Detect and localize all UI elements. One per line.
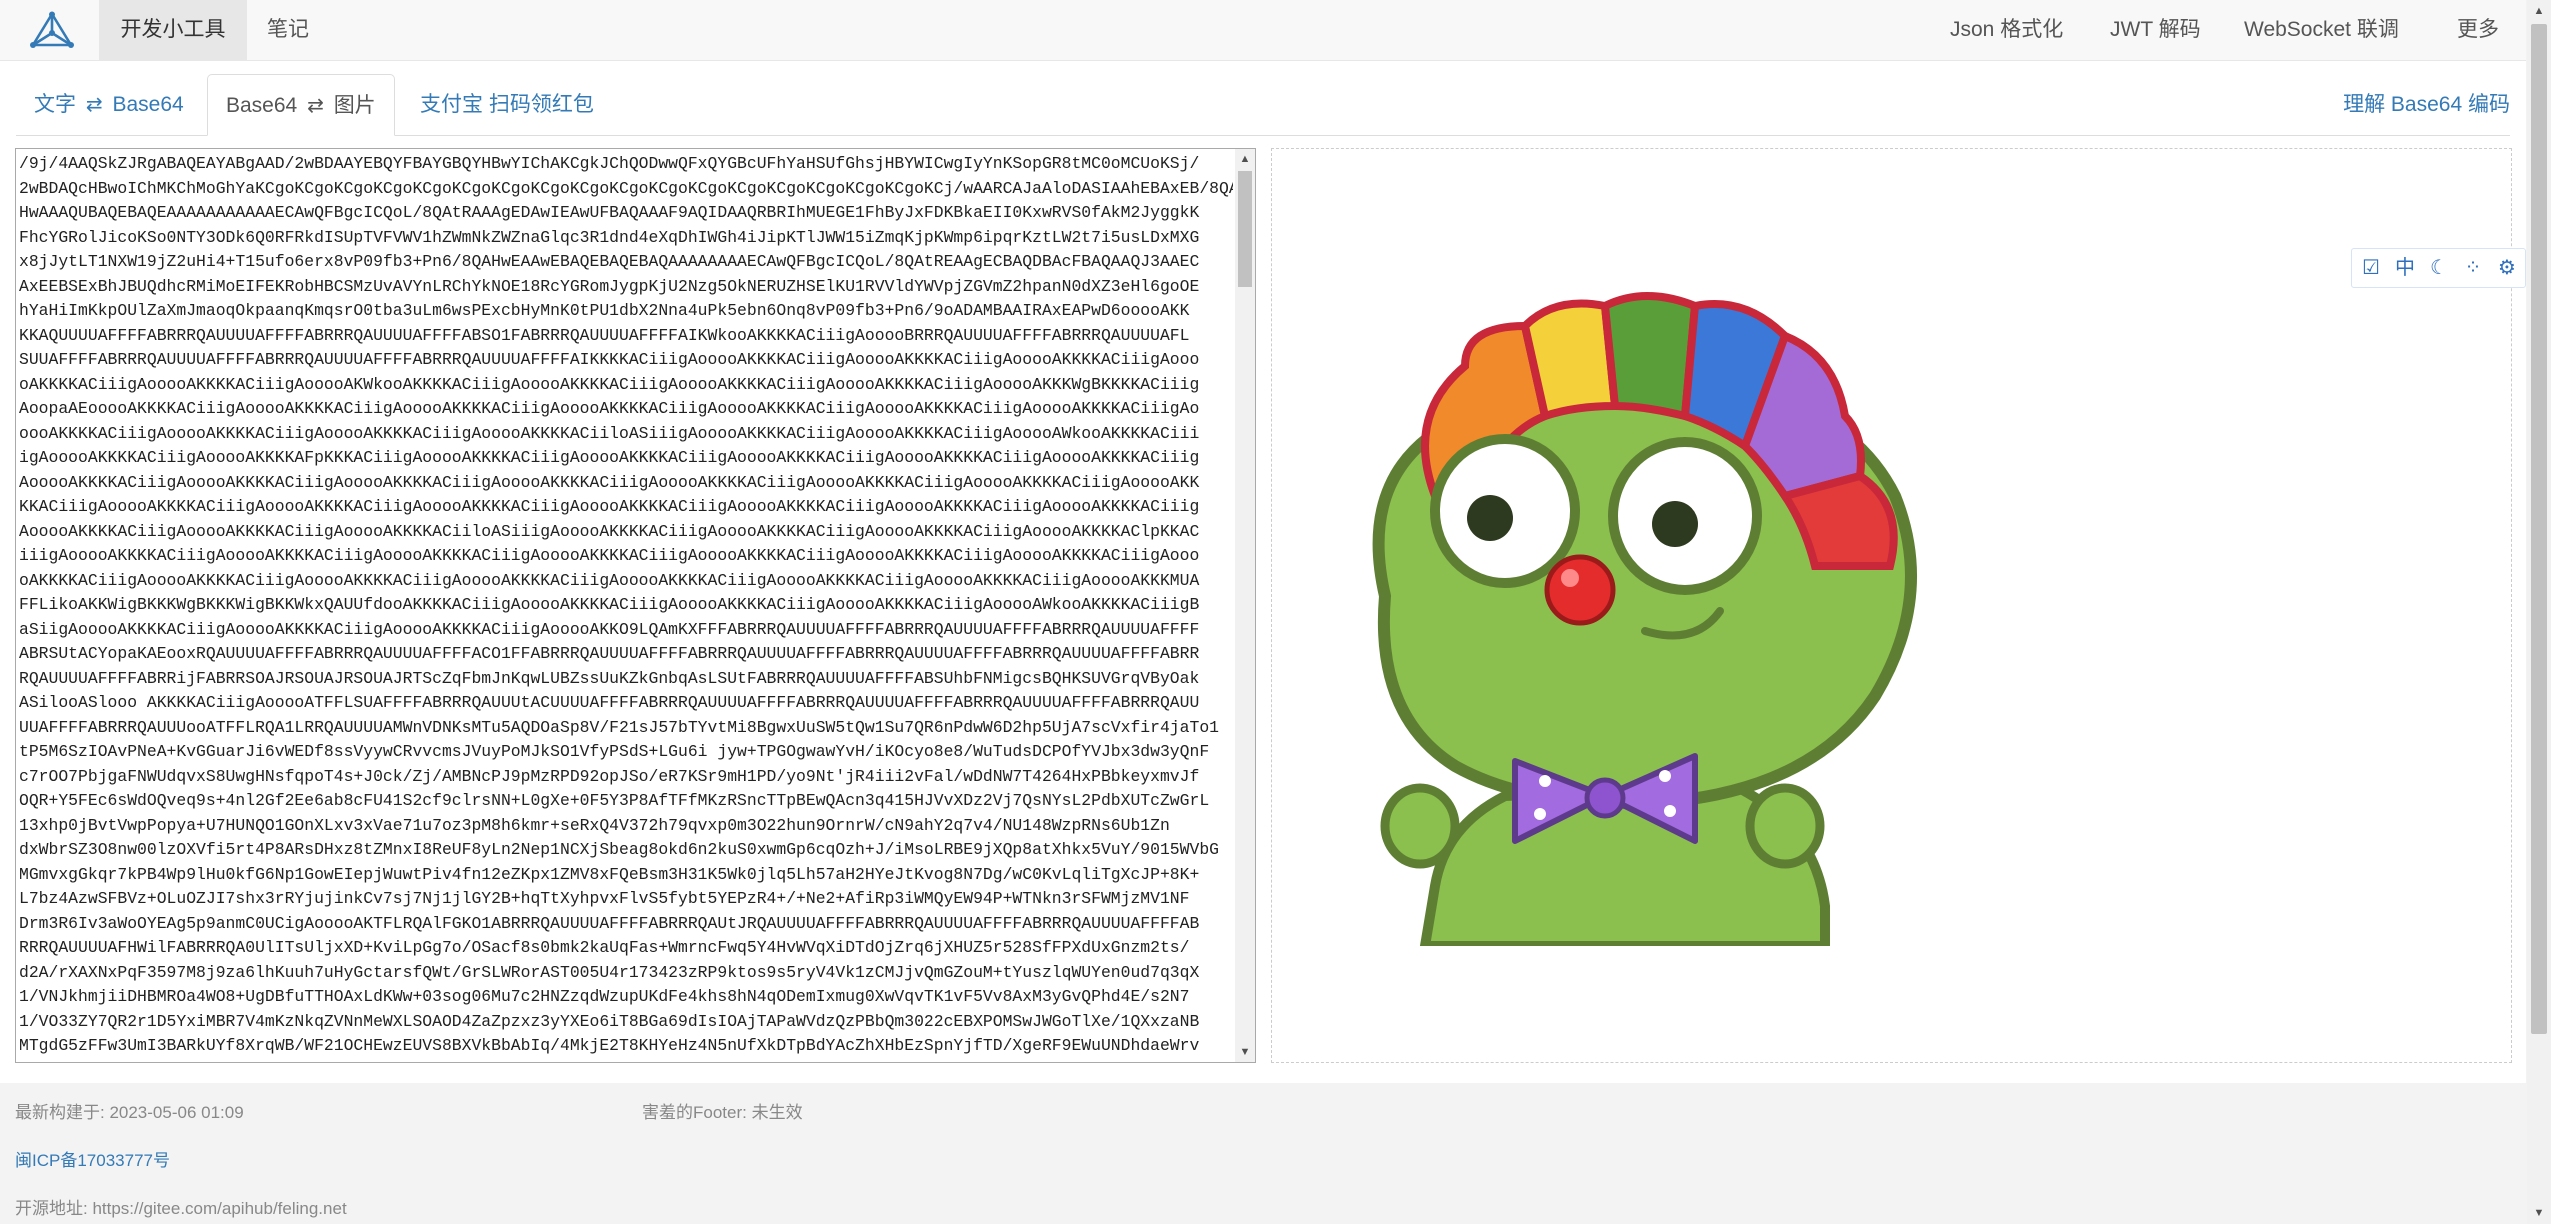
- settings-icon[interactable]: ⚙: [2494, 255, 2520, 281]
- chinese-toggle-icon[interactable]: 中: [2392, 255, 2418, 281]
- nav-more-dropdown[interactable]: 更多 »: [2441, 0, 2526, 101]
- build-time: 最新构建于: 2023-05-06 01:09: [15, 1103, 244, 1122]
- page-scroll-down-icon[interactable]: ▼: [2527, 1202, 2551, 1224]
- nav-json-format[interactable]: Json 格式化: [1934, 0, 2079, 60]
- source-link[interactable]: 开源地址: https://gitee.com/apihub/feling.ne…: [15, 1194, 347, 1219]
- translate-select-icon[interactable]: ☑: [2358, 255, 2384, 281]
- textarea-scrollbar[interactable]: ▲ ▼: [1235, 149, 1255, 1062]
- tab-label-right: Base64: [112, 93, 184, 116]
- scroll-down-arrow-icon[interactable]: ▼: [1235, 1042, 1255, 1062]
- tab-label-left: Base64: [226, 94, 298, 117]
- scroll-thumb[interactable]: [1238, 171, 1252, 287]
- dots-icon[interactable]: ⁘: [2460, 255, 2486, 281]
- image-preview: [1271, 148, 2512, 1063]
- base64-text[interactable]: /9j/4AAQSkZJRgABAQEAYABgAAD/2wBDAAYEBQYF…: [19, 152, 1233, 1062]
- link-understand-base64[interactable]: 理解 Base64 编码: [2343, 74, 2510, 135]
- icp-link[interactable]: 闽ICP备17033777号: [15, 1146, 170, 1171]
- tab-label-left: 文字: [34, 93, 76, 116]
- clown-frog-image: [1372, 292, 1917, 946]
- page-scroll-thumb[interactable]: [2531, 24, 2547, 1034]
- swap-arrows-icon: ⇄: [85, 94, 103, 116]
- page-scroll-up-icon[interactable]: ▲: [2527, 0, 2551, 22]
- translator-widget[interactable]: ☑ 中 ☾ ⁘ ⚙: [2351, 248, 2526, 288]
- tab-base64-image[interactable]: Base64 ⇄ 图片: [207, 74, 395, 136]
- nav-dev-tools[interactable]: 开发小工具: [99, 0, 247, 60]
- top-navbar: 开发小工具 笔记 Json 格式化 JWT 解码 WebSocket 联调 更多…: [0, 0, 2526, 101]
- tab-bar: 文字 ⇄ Base64 Base64 ⇄ 图片 支付宝 扫码领红包 理解 Bas…: [16, 74, 2510, 136]
- scroll-up-arrow-icon[interactable]: ▲: [1235, 149, 1255, 169]
- tab-text-base64[interactable]: 文字 ⇄ Base64: [16, 74, 202, 135]
- footer-note: 害羞的Footer: 未生效: [642, 1103, 803, 1122]
- swap-arrows-icon: ⇄: [307, 95, 324, 117]
- nav-notes[interactable]: 笔记: [251, 0, 325, 60]
- nav-websocket[interactable]: WebSocket 联调: [2228, 0, 2415, 60]
- main-panel: 文字 ⇄ Base64 Base64 ⇄ 图片 支付宝 扫码领红包 理解 Bas…: [0, 61, 2526, 1083]
- nav-jwt-decode[interactable]: JWT 解码: [2094, 0, 2217, 60]
- base64-textarea[interactable]: /9j/4AAQSkZJRgABAQEAYABgAAD/2wBDAAYEBQYF…: [15, 148, 1256, 1063]
- page-scrollbar[interactable]: ▲ ▼: [2527, 0, 2551, 1224]
- moon-icon[interactable]: ☾: [2426, 255, 2452, 281]
- tab-label-right: 图片: [333, 94, 376, 117]
- tab-alipay-redpacket[interactable]: 支付宝 扫码领红包: [402, 74, 612, 135]
- logo-icon[interactable]: [26, 11, 78, 49]
